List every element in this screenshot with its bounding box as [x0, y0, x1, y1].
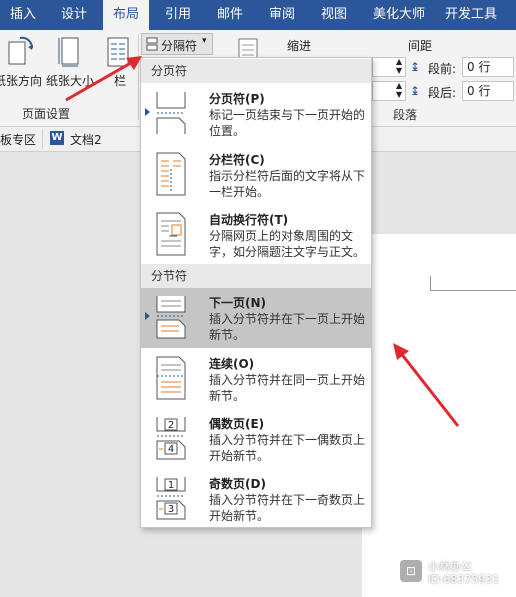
red-arrow-icon [393, 343, 460, 427]
red-arrow-icon [65, 56, 142, 102]
annotation-arrows [65, 56, 460, 427]
watermark-logo-icon: ⊡ [400, 560, 422, 582]
watermark-line1: 小林办公 [428, 560, 472, 573]
watermark-line2: ID:68375931 [428, 573, 500, 586]
